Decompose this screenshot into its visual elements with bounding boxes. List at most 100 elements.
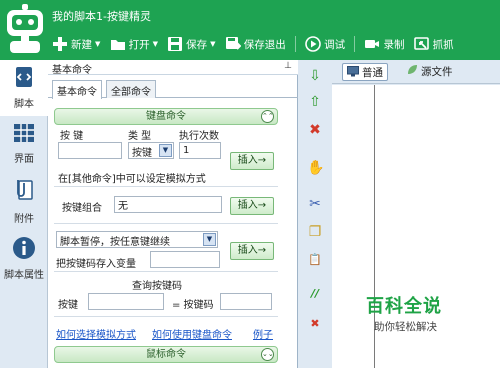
save-exit-label: 保存退出 — [243, 38, 286, 51]
type-select-value: 按键 — [132, 148, 152, 159]
open-label: 打开 — [128, 38, 150, 51]
paperclip-icon — [17, 180, 33, 200]
pin-icon[interactable]: ⊥ — [284, 61, 292, 71]
nav-item-script[interactable]: 脚本 — [0, 60, 48, 116]
floppy-icon — [168, 37, 183, 51]
keyboard-section-header[interactable]: 键盘命令 ⌃⌃ — [54, 108, 278, 125]
query-code-label: = 按键码 — [172, 300, 214, 311]
robot-logo-icon — [7, 4, 43, 53]
nav-label-attach: 附件 — [14, 214, 34, 225]
capture-button[interactable]: 抓抓 — [413, 34, 454, 54]
panel-header: 基本命令 ⊥ — [48, 60, 298, 76]
count-input[interactable] — [179, 142, 221, 159]
store-code-input[interactable] — [150, 251, 220, 268]
pause-select-value: 脚本暂停，按任意键继续 — [60, 237, 170, 248]
tab-source-view[interactable]: 源文件 — [402, 63, 457, 81]
panel-title: 基本命令 — [52, 65, 92, 76]
tab-basic-commands[interactable]: 基本命令 — [52, 80, 102, 99]
new-label: 新建 — [71, 38, 92, 51]
link-example[interactable]: 例子 — [253, 326, 273, 341]
combo-input[interactable] — [114, 196, 222, 213]
query-key-label: 按键 — [58, 300, 78, 311]
nav-item-ui[interactable]: 界面 — [0, 120, 48, 176]
chevron-down-icon: ▼ — [152, 40, 158, 48]
capture-icon — [413, 37, 429, 50]
expand-icon[interactable]: ⌄⌄ — [261, 348, 274, 361]
tab-source-label: 源文件 — [421, 66, 453, 78]
save-label: 保存 — [186, 38, 208, 51]
left-nav: 脚本 界面 附件 脚本属性 — [0, 60, 48, 368]
nav-item-props[interactable]: 脚本属性 — [0, 236, 48, 292]
type-select[interactable]: 按键 ▼ — [128, 142, 174, 159]
script-icon — [16, 67, 32, 87]
tab-normal-view[interactable]: 普通 — [342, 63, 388, 81]
query-code-input[interactable] — [220, 293, 272, 310]
toolbar-divider — [294, 36, 296, 52]
comment-icon[interactable]: // — [307, 286, 323, 302]
count-column-label: 执行次数 — [179, 131, 219, 142]
chevron-down-icon: ▼ — [95, 40, 101, 48]
hand-icon[interactable]: ✋ — [307, 160, 324, 176]
tab-all-commands[interactable]: 全部命令 — [106, 80, 156, 98]
insert-key-button[interactable]: 插入→ — [230, 152, 274, 170]
uncomment-icon[interactable]: ✖ — [307, 316, 323, 332]
divider — [54, 271, 278, 272]
camera-icon — [365, 40, 380, 48]
editor-tab-bar: 普通 源文件 — [332, 60, 500, 84]
collapse-icon[interactable]: ⌃⌃ — [261, 110, 274, 123]
insert-pause-button[interactable]: 插入→ — [230, 242, 274, 260]
nav-label-props: 脚本属性 — [4, 270, 44, 281]
simulation-note: 在[其他命令]中可以设定模拟方式 — [58, 174, 206, 185]
type-column-label: 类 型 — [128, 131, 152, 142]
divider — [54, 186, 278, 187]
tab-normal-label: 普通 — [362, 67, 383, 79]
save-exit-button[interactable]: 保存退出 — [225, 34, 286, 54]
store-code-label: 把按键码存入变量 — [56, 259, 136, 270]
divider — [54, 316, 278, 317]
paste-icon[interactable]: 📋 — [307, 252, 323, 268]
capture-label: 抓抓 — [432, 38, 454, 51]
debug-button[interactable]: 调试 — [305, 34, 345, 54]
record-label: 录制 — [383, 38, 405, 51]
link-keyboard-usage[interactable]: 如何使用键盘命令 — [152, 326, 232, 341]
insert-combo-button[interactable]: 插入→ — [230, 197, 274, 215]
watermark-subtitle: 助你轻松解决 — [374, 321, 437, 333]
nav-label-ui: 界面 — [14, 154, 34, 165]
mouse-section-header[interactable]: 鼠标命令 ⌄⌄ — [54, 346, 278, 363]
title-bar: 我的脚本1-按键精灵 新建 ▼ 打开 ▼ 保存 ▼ 保存退出 调试 录制 抓抓 — [0, 0, 500, 60]
chevron-down-icon[interactable]: ▼ — [203, 233, 216, 246]
move-down-icon[interactable]: ⇩ — [307, 68, 323, 84]
plus-icon — [53, 37, 67, 51]
play-icon — [305, 36, 321, 52]
open-button[interactable]: 打开 ▼ — [110, 34, 158, 54]
key-column-label: 按 键 — [60, 131, 84, 142]
edit-tool-column: ⇩ ⇧ ✖ ✋ ✂ ❐ 📋 // ✖ — [298, 60, 332, 368]
chevron-down-icon: ▼ — [210, 40, 216, 48]
mouse-section-title: 鼠标命令 — [146, 349, 186, 360]
nav-item-attach[interactable]: 附件 — [0, 176, 48, 232]
cut-icon[interactable]: ✂ — [307, 196, 323, 212]
combo-label: 按键组合 — [62, 203, 102, 214]
nav-label-script: 脚本 — [14, 99, 34, 110]
debug-label: 调试 — [324, 38, 346, 51]
toolbar-divider — [354, 36, 356, 52]
new-button[interactable]: 新建 ▼ — [52, 34, 100, 54]
delete-icon[interactable]: ✖ — [307, 122, 323, 138]
key-input[interactable] — [58, 142, 122, 159]
move-up-icon[interactable]: ⇧ — [307, 94, 323, 110]
main-toolbar: 新建 ▼ 打开 ▼ 保存 ▼ 保存退出 调试 录制 抓抓 — [52, 34, 500, 54]
chevron-down-icon[interactable]: ▼ — [159, 144, 172, 157]
floppy-exit-icon — [225, 37, 241, 50]
save-button[interactable]: 保存 ▼ — [167, 34, 216, 54]
watermark-title: 百科全说 — [366, 296, 442, 317]
keyboard-section-title: 键盘命令 — [146, 111, 186, 122]
query-key-input[interactable] — [88, 293, 164, 310]
link-simulation-mode[interactable]: 如何选择模拟方式 — [56, 326, 136, 341]
pause-select[interactable]: 脚本暂停，按任意键继续 ▼ — [56, 231, 218, 248]
folder-icon — [110, 40, 125, 50]
copy-icon[interactable]: ❐ — [307, 224, 323, 240]
monitor-icon — [347, 66, 359, 77]
divider — [54, 223, 278, 224]
command-panel: 基本命令 ⊥ 基本命令 全部命令 键盘命令 ⌃⌃ 按 键 类 型 执行次数 按键… — [48, 60, 343, 368]
record-button[interactable]: 录制 — [364, 34, 404, 54]
